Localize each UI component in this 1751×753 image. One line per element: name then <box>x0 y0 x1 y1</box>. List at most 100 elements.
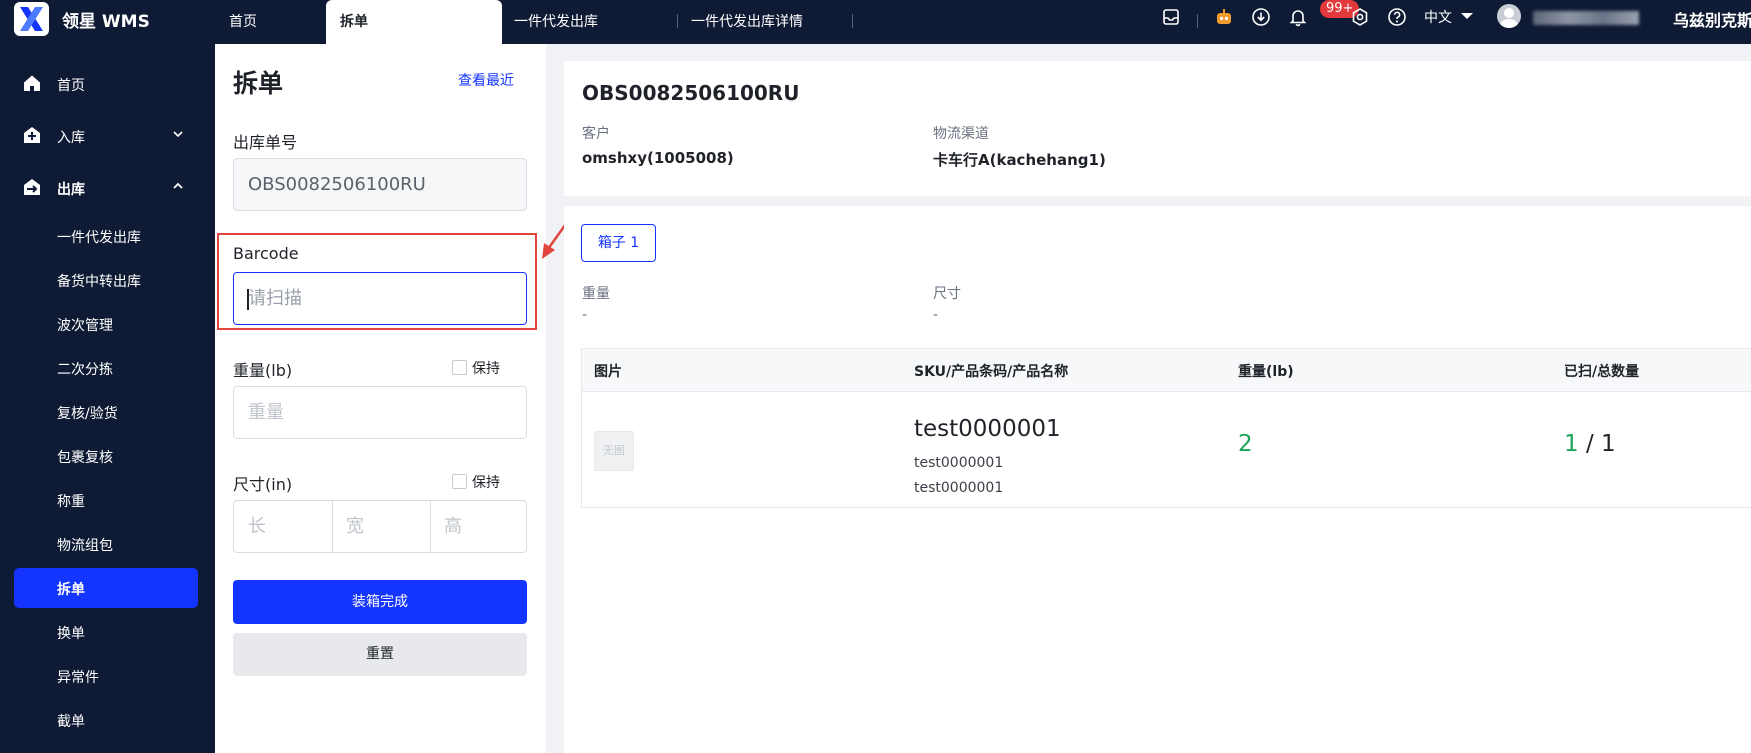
sidebar-item-label: 异常件 <box>57 670 99 686</box>
total-count: 1 <box>1601 431 1616 457</box>
sidebar-item-wave-management[interactable]: 波次管理 <box>0 304 215 344</box>
sidebar-item-label: 二次分拣 <box>57 362 113 378</box>
sidebar-item-label: 一件代发出库 <box>57 230 141 246</box>
sidebar-item-label: 入库 <box>57 130 85 146</box>
order-info-card: OBS0082506100RU 客户 omshxy(1005008) 物流渠道 … <box>564 61 1751 196</box>
scanned-count: 1 <box>1564 431 1579 457</box>
sidebar-item-package-review[interactable]: 包裹复核 <box>0 436 215 476</box>
order-no-label: 出库单号 <box>233 133 298 152</box>
annotation-highlight-barcode <box>217 233 537 330</box>
sidebar-item-logistics-packing[interactable]: 物流组包 <box>0 524 215 564</box>
chevron-down-icon <box>173 131 183 138</box>
checkbox-icon[interactable] <box>452 360 467 375</box>
sidebar-item-label: 复核/验货 <box>57 406 118 422</box>
product-barcode: test0000001 <box>914 455 1004 471</box>
sidebar-item-secondary-sorting[interactable]: 二次分拣 <box>0 348 215 388</box>
sidebar-item-label: 称重 <box>57 494 85 510</box>
sidebar-item-label: 出库 <box>57 182 85 198</box>
sidebar-item-intercept-order[interactable]: 截单 <box>0 700 215 740</box>
size-keep-label: 保持 <box>472 475 500 491</box>
user-name-blurred <box>1533 11 1639 25</box>
customer-value: omshxy(1005008) <box>582 149 734 167</box>
sidebar-item-label: 拆单 <box>57 582 85 598</box>
column-header-weight: 重量(lb) <box>1238 364 1294 380</box>
sidebar-item-label: 首页 <box>57 78 85 94</box>
chevron-up-icon <box>173 182 183 189</box>
sidebar-item-change-order[interactable]: 换单 <box>0 612 215 652</box>
box-weight-value: - <box>582 307 588 323</box>
download-icon[interactable] <box>1251 7 1271 27</box>
sidebar-item-review-inspection[interactable]: 复核/验货 <box>0 392 215 432</box>
outbound-icon <box>24 179 40 195</box>
box-card: 箱子 1 重量 - 尺寸 - 图片 SKU/产品条码/产品名称 重量(lb) 已… <box>564 206 1751 753</box>
split-order-form-panel: 拆单 查看最近 出库单号 OBS0082506100RU Barcode 请扫描… <box>215 44 546 753</box>
sidebar-item-label: 截单 <box>57 714 85 730</box>
sidebar-item-inbound[interactable]: 入库 <box>0 116 215 156</box>
box-size-value: - <box>933 307 939 323</box>
weight-keep-checkbox[interactable]: 保持 <box>452 358 500 378</box>
product-image-placeholder: 无图 <box>594 431 634 471</box>
warehouse-name[interactable]: 乌兹别克斯 <box>1673 7 1751 31</box>
sidebar-item-label: 波次管理 <box>57 318 113 334</box>
reset-button[interactable]: 重置 <box>233 633 527 676</box>
product-name: test0000001 <box>914 480 1004 496</box>
order-no-field[interactable]: OBS0082506100RU <box>233 158 527 211</box>
sidebar-item-label: 包裹复核 <box>57 450 113 466</box>
item-weight: 2 <box>1238 431 1253 457</box>
tab-divider <box>677 14 678 28</box>
settings-icon[interactable] <box>1350 7 1370 27</box>
sidebar-item-home[interactable]: 首页 <box>0 64 215 104</box>
sidebar-item-weighing[interactable]: 称重 <box>0 480 215 520</box>
box-items-table: 图片 SKU/产品条码/产品名称 重量(lb) 已扫/总数量 无图 test00… <box>581 348 1751 508</box>
sidebar-item-label: 换单 <box>57 626 85 642</box>
channel-label: 物流渠道 <box>933 126 989 142</box>
quantity-separator: / <box>1585 431 1594 457</box>
language-selector[interactable]: 中文 <box>1424 7 1452 27</box>
width-input[interactable]: 宽 <box>332 501 430 552</box>
inbound-icon <box>24 127 40 143</box>
tab-split-order[interactable]: 拆单 <box>326 0 502 44</box>
weight-keep-label: 保持 <box>472 361 500 377</box>
sidebar-item-label: 备货中转出库 <box>57 274 141 290</box>
box-weight-label: 重量 <box>582 286 610 302</box>
bell-icon[interactable] <box>1288 7 1308 27</box>
table-header: 图片 SKU/产品条码/产品名称 重量(lb) 已扫/总数量 <box>582 349 1751 392</box>
customer-label: 客户 <box>582 126 610 142</box>
robot-icon[interactable] <box>1214 7 1234 27</box>
finish-packing-button[interactable]: 装箱完成 <box>233 580 527 624</box>
column-header-sku: SKU/产品条码/产品名称 <box>914 364 1069 380</box>
sidebar-item-exceptions[interactable]: 异常件 <box>0 656 215 696</box>
box-tag[interactable]: 箱子 1 <box>581 224 656 262</box>
sidebar-item-stock-transfer-outbound[interactable]: 备货中转出库 <box>0 260 215 300</box>
dimension-inputs: 长 宽 高 <box>233 500 527 553</box>
help-icon[interactable] <box>1387 7 1407 27</box>
height-input[interactable]: 高 <box>430 501 526 552</box>
view-recent-link[interactable]: 查看最近 <box>458 70 514 90</box>
box-size-label: 尺寸 <box>933 286 961 302</box>
tab-divider <box>852 14 853 28</box>
size-keep-checkbox[interactable]: 保持 <box>452 472 500 492</box>
sku-code: test0000001 <box>914 416 1061 442</box>
size-label: 尺寸(in) <box>233 475 293 494</box>
logo <box>14 2 49 36</box>
column-header-image: 图片 <box>594 364 622 380</box>
sidebar-item-dropship-outbound[interactable]: 一件代发出库 <box>0 216 215 256</box>
toolbar-divider <box>1197 14 1198 28</box>
column-header-quantity: 已扫/总数量 <box>1564 364 1640 380</box>
sidebar-item-split-order[interactable]: 拆单 <box>14 568 198 608</box>
order-number: OBS0082506100RU <box>582 81 800 105</box>
checkbox-icon[interactable] <box>452 474 467 489</box>
tab-home[interactable]: 首页 <box>229 0 257 44</box>
tab-dropship-outbound[interactable]: 一件代发出库 <box>514 0 598 44</box>
top-bar: 领星 WMS 首页 拆单 一件代发出库 一件代发出库详情 99+ 中文 乌兹别克… <box>0 0 1751 44</box>
chevron-down-icon[interactable] <box>1461 13 1473 19</box>
weight-label: 重量(lb) <box>233 361 293 380</box>
inbox-icon[interactable] <box>1161 7 1181 27</box>
avatar[interactable] <box>1497 4 1521 28</box>
brand-name: 领星 WMS <box>62 12 150 32</box>
weight-input[interactable]: 重量 <box>233 386 527 439</box>
home-icon <box>24 75 40 91</box>
tab-dropship-outbound-detail[interactable]: 一件代发出库详情 <box>691 0 803 44</box>
sidebar-item-outbound[interactable]: 出库 <box>0 168 215 208</box>
length-input[interactable]: 长 <box>234 501 332 552</box>
